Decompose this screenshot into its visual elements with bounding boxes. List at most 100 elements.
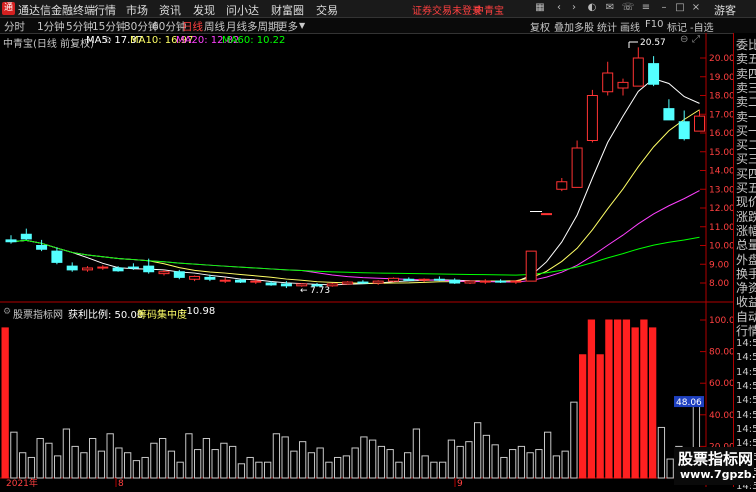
indicator-bar: [395, 461, 403, 479]
adjust-button[interactable]: 复权: [530, 19, 550, 34]
indicator-bar: [657, 426, 666, 479]
skin-icon[interactable]: ◐: [585, 1, 599, 15]
indicator-bar: [351, 447, 359, 479]
maximize-icon[interactable]: □: [673, 1, 687, 15]
indicator-bar: [97, 450, 106, 479]
multi-stock-button[interactable]: 多股: [574, 19, 594, 34]
indicator-bar: [307, 452, 316, 479]
candle-body: [694, 115, 705, 132]
indicator-bar: [19, 452, 27, 479]
candle-body: [632, 57, 644, 87]
period-tab-intraday[interactable]: 分时: [4, 19, 25, 34]
title-bar: 通 通达信金融终端 行情 市场 资讯 发现 问小达 财富圈 交易 证券交易未登录…: [0, 0, 756, 18]
detail-label[interactable]: 行情: [736, 322, 756, 339]
indicator-bar: [27, 456, 36, 479]
candle-body: [648, 63, 660, 85]
period-tab-daily[interactable]: 日线: [182, 19, 203, 34]
candle-body: [602, 72, 614, 93]
menu-item-ask[interactable]: 问小达: [226, 2, 259, 18]
forward-icon[interactable]: ›: [567, 1, 581, 15]
indicator-bar: [360, 436, 368, 479]
calendar-icon[interactable]: ▦: [533, 1, 547, 15]
f10-button[interactable]: F10: [645, 19, 663, 30]
indicator-bar: [211, 449, 219, 479]
indicator-bar: [535, 449, 543, 479]
indicator-bar: [500, 456, 508, 479]
period-tab-15min[interactable]: 15分钟: [92, 19, 126, 34]
stats-button[interactable]: 统计: [597, 19, 617, 34]
candle-body: [66, 265, 78, 271]
indicator-bar: [342, 455, 351, 479]
indicator-bar: [246, 456, 254, 479]
indicator-bar: [45, 442, 53, 479]
price-axis-label: 14.00: [709, 167, 733, 177]
menu-item-market[interactable]: 市场: [126, 2, 148, 18]
indicator-bar: [614, 319, 622, 479]
candle-body: [663, 108, 675, 121]
indicator-bar: [596, 354, 604, 479]
indicator-bar: [299, 441, 307, 479]
stock-tab[interactable]: 中青宝: [474, 2, 504, 17]
candle-body: [250, 280, 262, 283]
user-label[interactable]: 游客: [714, 2, 736, 18]
indicator-bar: [264, 461, 272, 479]
draw-button[interactable]: 画线: [620, 19, 640, 34]
indicator-bar: [176, 461, 184, 479]
menu-item-quotes[interactable]: 行情: [94, 2, 116, 18]
indicator-axis-label: 40.00: [709, 411, 733, 421]
add-favorite-button[interactable]: -自选: [690, 19, 714, 34]
candle-body: [143, 265, 155, 273]
minimize-icon[interactable]: –: [657, 1, 671, 15]
indicator-bar: [1, 327, 9, 479]
close-icon[interactable]: ×: [689, 1, 703, 15]
price-axis-label: 15.00: [709, 148, 733, 158]
more-chevron-icon[interactable]: ▼: [299, 21, 305, 30]
candle-body: [449, 279, 461, 284]
trade-time: 14:56: [736, 338, 756, 349]
period-tab-1min[interactable]: 1分钟: [37, 19, 65, 34]
candle-body: [388, 277, 399, 282]
indicator-bar: [552, 455, 561, 479]
flat-candle-mark: [530, 211, 542, 212]
period-tab-monthly[interactable]: 月线: [226, 19, 247, 34]
login-link[interactable]: 证券交易未登录: [412, 2, 482, 17]
price-axis-label: 13.00: [709, 185, 733, 195]
overlay-button[interactable]: 叠加: [554, 19, 574, 34]
indicator-bar: [150, 442, 158, 479]
price-axis-label: 9.00: [709, 260, 729, 270]
candle-body: [82, 267, 93, 271]
menu-icon[interactable]: ≡: [639, 1, 653, 15]
candle-body: [617, 81, 629, 89]
indicator-bar: [517, 445, 526, 479]
menu-item-discover[interactable]: 发现: [193, 2, 215, 18]
candle-body: [20, 233, 32, 240]
indicator-bar: [229, 445, 237, 479]
indicator-bar: [202, 438, 211, 479]
price-axis-label: 8.00: [709, 279, 729, 289]
phone-icon[interactable]: ☏: [621, 1, 635, 15]
candle-body: [189, 275, 201, 280]
trade-time: 14:56: [736, 380, 756, 392]
menu-item-trade[interactable]: 交易: [316, 2, 338, 18]
candle-body: [97, 266, 109, 269]
period-tab-more[interactable]: 更多: [277, 19, 298, 34]
menu-item-news[interactable]: 资讯: [159, 2, 181, 18]
indicator-bar: [640, 319, 648, 479]
trade-time: 14:56: [736, 423, 756, 435]
candle-body: [586, 95, 598, 141]
kline-chart[interactable]: 20.00 19.00 18.00 17.00 16.00 15.00 14.00 13.00…: [0, 33, 733, 487]
indicator-bar: [220, 442, 228, 479]
candle-body: [479, 280, 491, 283]
period-tab-5min[interactable]: 5分钟: [66, 19, 94, 34]
message-icon[interactable]: ✉: [603, 1, 617, 15]
period-tab-multi[interactable]: 多周期: [247, 19, 279, 34]
period-tab-weekly[interactable]: 周线: [204, 19, 225, 34]
menu-item-wealth[interactable]: 财富圈: [271, 2, 304, 18]
back-icon[interactable]: ‹: [552, 1, 566, 15]
quote-panel: 委比 卖五 卖四 卖三 卖二 卖一 买一 买二 买三 买四 买五 现价 涨跌 涨幅 总量 外盘 换手 净资 收益 自动…: [733, 33, 756, 492]
price-axis-label: 10.00: [709, 242, 733, 252]
indicator-bar: [115, 447, 123, 479]
indicator-bar: [316, 447, 324, 479]
period-toolbar: 分时 1分钟 5分钟 15分钟 30分钟 60分钟 日线 周线 月线 多周期 更…: [0, 18, 756, 34]
mark-button[interactable]: 标记: [667, 19, 687, 34]
